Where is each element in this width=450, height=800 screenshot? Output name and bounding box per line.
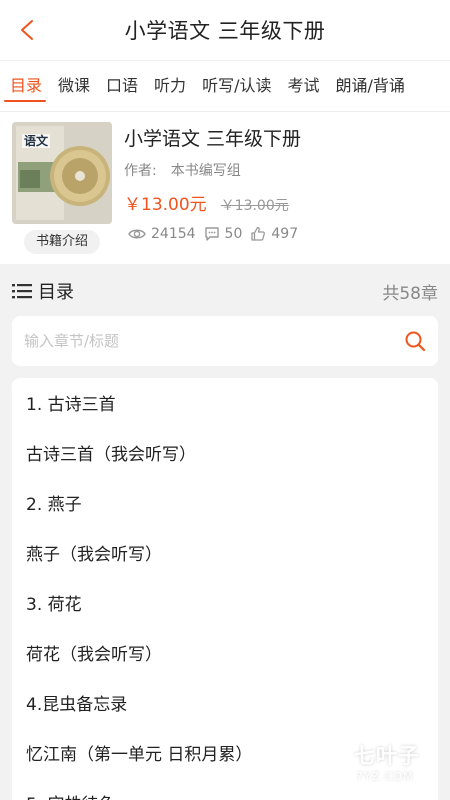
chapter-item[interactable]: 2. 燕子: [12, 480, 438, 530]
chapter-item[interactable]: 荷花（我会听写）: [12, 630, 438, 680]
toc-title-group: 目录: [12, 278, 74, 304]
author-label: 作者:: [124, 163, 157, 179]
views-stat: 24154: [128, 226, 196, 242]
watermark-url: 7YZ.COM: [356, 769, 414, 783]
likes-stat[interactable]: 497: [250, 226, 298, 242]
chapter-search-input[interactable]: [24, 332, 404, 350]
search-icon[interactable]: [404, 330, 426, 352]
thumbs-up-icon: [251, 226, 266, 241]
cover-title-text: 语文: [24, 134, 49, 148]
book-cover[interactable]: 语文: [12, 122, 112, 224]
chevron-left-icon: [21, 20, 33, 40]
chapter-item[interactable]: 燕子（我会听写）: [12, 530, 438, 580]
tab-catalog[interactable]: 目录: [0, 61, 50, 111]
leaf-logo-icon: [298, 737, 346, 785]
back-button[interactable]: [16, 18, 40, 42]
chapter-item[interactable]: 古诗三首（我会听写）: [12, 430, 438, 480]
watermark-text-group: 七叶子 7YZ.COM: [348, 740, 420, 783]
author-name: 本书编写组: [170, 163, 241, 179]
tab-microcourse[interactable]: 微课: [50, 61, 98, 111]
book-title: 小学语文 三年级下册: [124, 128, 302, 150]
comments-count: 50: [224, 226, 243, 242]
original-price: ￥13.00元: [220, 198, 289, 214]
toc-title: 目录: [38, 282, 74, 303]
comment-icon: [204, 227, 219, 241]
eye-icon: [128, 229, 146, 239]
toc-header: 目录 共58章: [0, 266, 450, 316]
book-intro-button[interactable]: 书籍介绍: [24, 230, 100, 254]
chapter-search-box: [12, 316, 438, 366]
book-author: 作者: 本书编写组: [124, 160, 241, 180]
chapter-item[interactable]: 3. 荷花: [12, 580, 438, 630]
tab-listening[interactable]: 听力: [146, 61, 194, 111]
likes-count: 497: [271, 226, 299, 242]
tab-bar: 目录 微课 口语 听力 听写/认读 考试 朗诵/背诵: [0, 60, 450, 112]
tab-dictation[interactable]: 听写/认读: [194, 61, 279, 111]
tab-oral[interactable]: 口语: [98, 61, 146, 111]
current-price: ￥13.00元: [124, 195, 207, 215]
tab-recitation[interactable]: 朗诵/背诵: [327, 61, 412, 111]
tab-exam[interactable]: 考试: [279, 61, 327, 111]
price-row: ￥13.00元 ￥13.00元: [124, 190, 289, 215]
site-watermark: 七叶子 7YZ.COM: [296, 730, 444, 792]
book-stats: 24154 50 497: [128, 226, 306, 242]
book-card: 语文 书籍介绍 小学语文 三年级下册 作者: 本书编写组 ￥13.00元 ￥13.…: [0, 112, 450, 264]
chapter-item[interactable]: 1. 古诗三首: [12, 380, 438, 430]
watermark-name: 七叶子: [354, 743, 420, 768]
app-header: 小学语文 三年级下册: [0, 0, 450, 60]
list-icon: [12, 284, 32, 299]
views-count: 24154: [151, 226, 196, 242]
comments-stat[interactable]: 50: [204, 226, 243, 242]
chapter-item[interactable]: 4.昆虫备忘录: [12, 680, 438, 730]
page-title: 小学语文 三年级下册: [124, 19, 326, 43]
chapter-count: 共58章: [382, 283, 438, 304]
